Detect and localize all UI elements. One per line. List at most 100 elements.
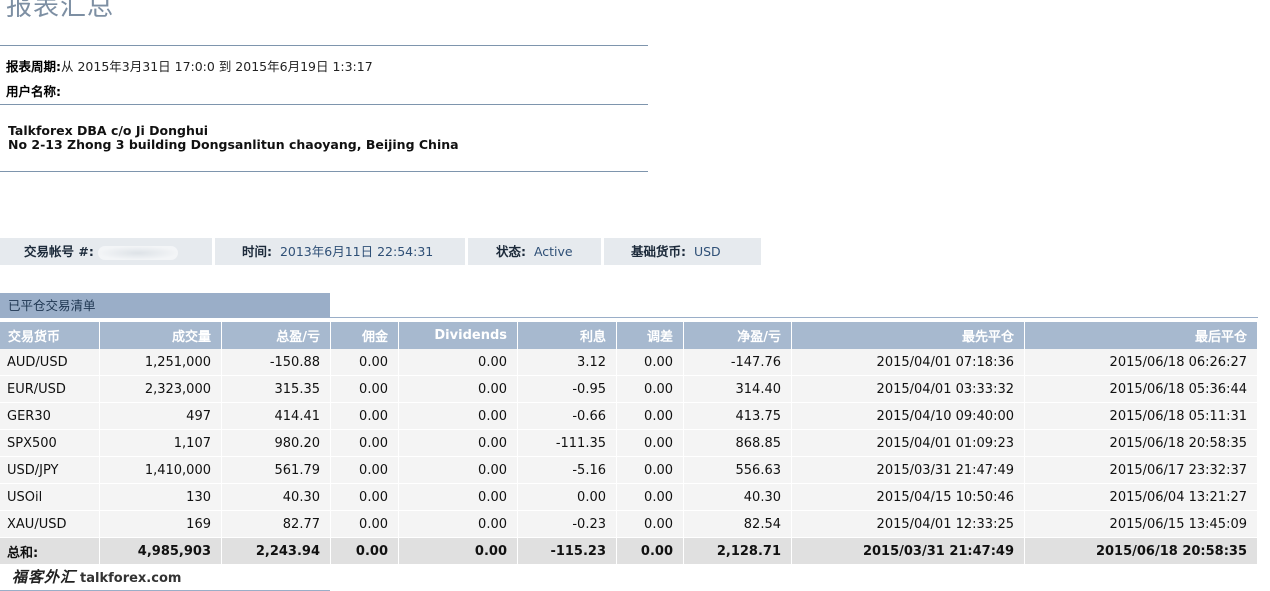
closed-trades-section-title: 已平仓交易清单 xyxy=(0,293,330,318)
base-currency-value: USD xyxy=(693,244,721,259)
table-row: USOil 130 40.30 0.00 0.00 0.00 0.00 40.30 2015/0… xyxy=(0,484,1258,511)
table-cell: 2015/06/18 05:11:31 xyxy=(1025,403,1258,430)
column-header[interactable]: 交易货币 xyxy=(0,322,100,349)
table-cell: 413.75 xyxy=(684,403,792,430)
table-cell: 0.00 xyxy=(399,511,518,538)
report-period: 报表周期:从 2015年3月31日 17:0:0 到 2015年6月19日 1:… xyxy=(6,56,373,75)
table-cell: -150.88 xyxy=(222,349,331,376)
table-cell: 2015/04/15 10:50:46 xyxy=(792,484,1025,511)
table-cell: 0.00 xyxy=(399,403,518,430)
column-header[interactable]: Dividends xyxy=(399,322,518,349)
table-header-row: 交易货币 成交量 总盈/亏 佣金 Dividends 利息 调差 净盈/亏 最先… xyxy=(0,322,1258,349)
account-number-cell: 交易帐号 #: xyxy=(0,238,212,265)
column-header[interactable]: 最后平仓 xyxy=(1025,322,1258,349)
total-cell: 2,128.71 xyxy=(684,538,792,565)
table-cell: 2015/06/04 13:21:27 xyxy=(1025,484,1258,511)
table-cell: 0.00 xyxy=(399,349,518,376)
table-cell: 0.00 xyxy=(331,403,399,430)
table-cell: XAU/USD xyxy=(0,511,100,538)
base-currency-label: 基础货币: xyxy=(631,244,686,259)
column-header[interactable]: 成交量 xyxy=(100,322,222,349)
table-cell: 0.00 xyxy=(617,349,684,376)
table-row: AUD/USD 1,251,000 -150.88 0.00 0.00 3.12 0.00-… xyxy=(0,349,1258,376)
table-cell: 1,251,000 xyxy=(100,349,222,376)
table-cell: 0.00 xyxy=(331,430,399,457)
table-cell: 2015/04/01 07:18:36 xyxy=(792,349,1025,376)
total-cell: 0.00 xyxy=(617,538,684,565)
table-cell: -5.16 xyxy=(518,457,617,484)
table-cell: 169 xyxy=(100,511,222,538)
table-cell: 2015/06/17 23:32:37 xyxy=(1025,457,1258,484)
table-cell: 414.41 xyxy=(222,403,331,430)
table-cell: 0.00 xyxy=(617,376,684,403)
table-cell: SPX500 xyxy=(0,430,100,457)
watermark-cn: 福客外汇 xyxy=(12,568,77,586)
column-header[interactable]: 总盈/亏 xyxy=(222,322,331,349)
table-cell: -0.95 xyxy=(518,376,617,403)
account-number-redacted xyxy=(97,245,178,260)
table-cell: 561.79 xyxy=(222,457,331,484)
table-cell: 0.00 xyxy=(617,511,684,538)
table-row: USD/JPY 1,410,000 561.79 0.00 0.00 -5.16 0.00 5… xyxy=(0,457,1258,484)
report-period-value: 从 2015年3月31日 17:0:0 到 2015年6月19日 1:3:17 xyxy=(61,59,373,74)
table-cell: 0.00 xyxy=(617,430,684,457)
table-cell: 0.00 xyxy=(331,511,399,538)
table-row: SPX500 1,107 980.20 0.00 0.00 -111.35 0.00 868.… xyxy=(0,430,1258,457)
table-cell: 3.12 xyxy=(518,349,617,376)
table-cell: 40.30 xyxy=(684,484,792,511)
table-cell: AUD/USD xyxy=(0,349,100,376)
divider xyxy=(0,45,648,46)
status-cell: 状态: Active xyxy=(468,238,601,265)
section-divider xyxy=(330,317,1258,318)
column-header[interactable]: 调差 xyxy=(617,322,684,349)
table-cell: -0.23 xyxy=(518,511,617,538)
table-cell: 980.20 xyxy=(222,430,331,457)
divider xyxy=(0,171,648,172)
table-cell: 2015/04/01 12:33:25 xyxy=(792,511,1025,538)
closed-trades-table: 交易货币 成交量 总盈/亏 佣金 Dividends 利息 调差 净盈/亏 最先… xyxy=(0,322,1258,565)
table-cell: 0.00 xyxy=(617,484,684,511)
column-header[interactable]: 净盈/亏 xyxy=(684,322,792,349)
table-cell: 2015/06/18 06:26:27 xyxy=(1025,349,1258,376)
table-cell: 0.00 xyxy=(331,484,399,511)
total-cell: 总和: xyxy=(0,538,100,565)
table-cell: USD/JPY xyxy=(0,457,100,484)
table-cell: -111.35 xyxy=(518,430,617,457)
table-cell: 315.35 xyxy=(222,376,331,403)
table-cell: 40.30 xyxy=(222,484,331,511)
table-cell: 2015/03/31 21:47:49 xyxy=(792,457,1025,484)
time-label: 时间: xyxy=(242,244,272,259)
table-cell: 868.85 xyxy=(684,430,792,457)
username-label: 用户名称: xyxy=(6,84,61,99)
base-currency-cell: 基础货币: USD xyxy=(604,238,761,265)
time-cell: 时间: 2013年6月11日 22:54:31 xyxy=(215,238,465,265)
table-cell: 0.00 xyxy=(399,457,518,484)
table-cell: 0.00 xyxy=(617,403,684,430)
total-cell: 0.00 xyxy=(331,538,399,565)
total-cell: 4,985,903 xyxy=(100,538,222,565)
table-cell: 0.00 xyxy=(331,349,399,376)
table-cell: 1,107 xyxy=(100,430,222,457)
address-line-2: No 2-13 Zhong 3 building Dongsanlitun ch… xyxy=(8,137,459,152)
table-cell: 130 xyxy=(100,484,222,511)
table-cell: 2,323,000 xyxy=(100,376,222,403)
table-cell: 0.00 xyxy=(399,430,518,457)
page-title: 报表汇总 xyxy=(6,0,115,22)
table-cell: EUR/USD xyxy=(0,376,100,403)
table-cell: -147.76 xyxy=(684,349,792,376)
table-cell: 1,410,000 xyxy=(100,457,222,484)
table-cell: 314.40 xyxy=(684,376,792,403)
total-cell: 0.00 xyxy=(399,538,518,565)
column-header[interactable]: 佣金 xyxy=(331,322,399,349)
status-label: 状态: xyxy=(496,244,526,259)
column-header[interactable]: 利息 xyxy=(518,322,617,349)
table-cell: USOil xyxy=(0,484,100,511)
table-cell: 2015/06/18 05:36:44 xyxy=(1025,376,1258,403)
table-row: GER30 497 414.41 0.00 0.00 -0.66 0.00 413.75 201… xyxy=(0,403,1258,430)
table-cell: -0.66 xyxy=(518,403,617,430)
report-period-label: 报表周期: xyxy=(6,59,61,74)
total-cell: -115.23 xyxy=(518,538,617,565)
table-cell: 0.00 xyxy=(331,457,399,484)
account-number-label: 交易帐号 #: xyxy=(24,244,94,259)
column-header[interactable]: 最先平仓 xyxy=(792,322,1025,349)
